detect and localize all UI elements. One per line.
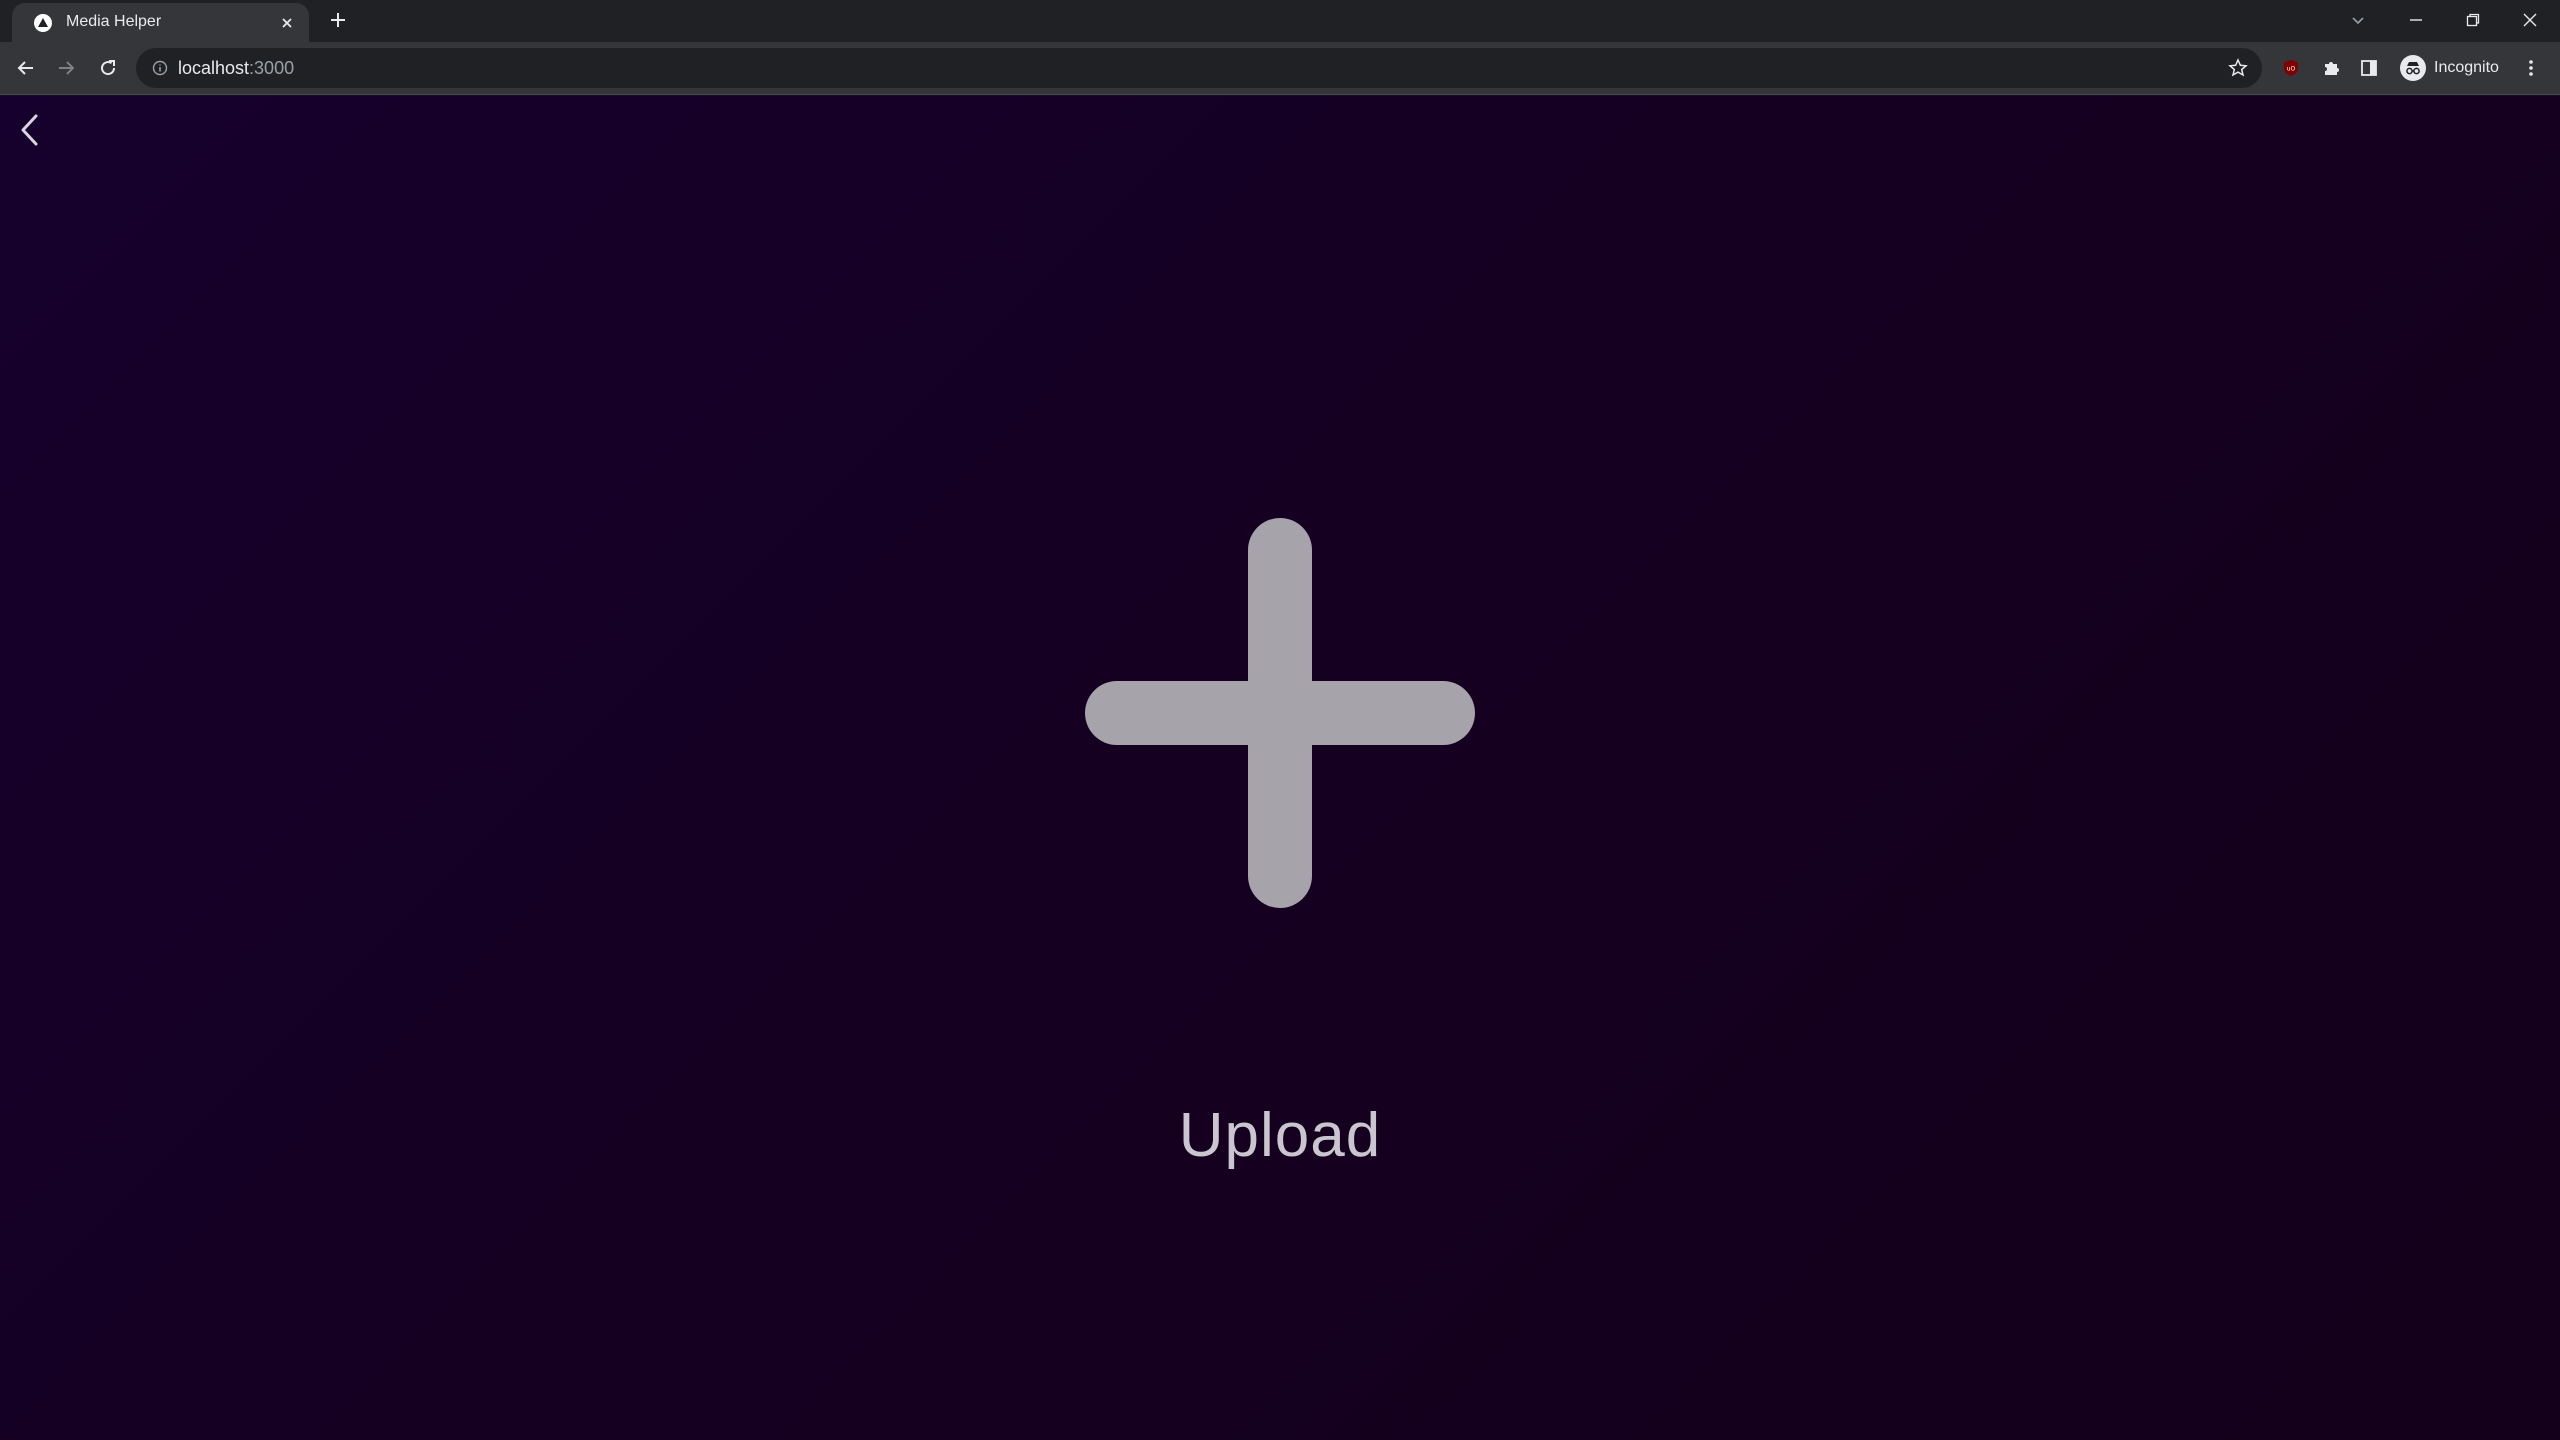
bookmark-star-icon[interactable] [2226, 56, 2250, 80]
upload-button[interactable]: Upload [1050, 496, 1510, 1196]
reload-icon[interactable] [90, 50, 126, 86]
address-bar[interactable]: localhost:3000 [136, 48, 2262, 88]
back-button[interactable] [12, 108, 48, 152]
browser-menu-icon[interactable] [2518, 55, 2544, 81]
chevron-left-icon [21, 114, 38, 146]
browser-tab-strip: Media Helper [0, 0, 2560, 42]
url-host: localhost [178, 58, 250, 78]
site-info-icon[interactable] [150, 58, 170, 78]
incognito-profile-button[interactable]: Incognito [2394, 49, 2511, 87]
minimize-icon[interactable] [2388, 0, 2444, 40]
extensions-puzzle-icon[interactable] [2318, 55, 2344, 81]
tab-title: Media Helper [66, 13, 162, 30]
new-tab-button[interactable] [324, 6, 352, 34]
side-panel-icon[interactable] [2356, 55, 2382, 81]
svg-text:uO: uO [2287, 66, 2296, 73]
page-viewport: Upload [0, 96, 2560, 1440]
restore-icon[interactable] [2445, 0, 2501, 40]
tab-favicon-icon [34, 14, 52, 32]
tab-search-icon[interactable] [2330, 0, 2386, 40]
ublock-extension-icon[interactable]: uO [2278, 55, 2304, 81]
back-arrow-icon[interactable] [8, 50, 44, 86]
browser-toolbar: localhost:3000 uO Incognito [0, 42, 2560, 95]
incognito-icon [2400, 55, 2426, 81]
browser-tab[interactable]: Media Helper [12, 3, 309, 42]
upload-label: Upload [1178, 1101, 1382, 1170]
profile-label: Incognito [2434, 59, 2499, 76]
close-window-icon[interactable] [2502, 0, 2558, 40]
plus-icon-horizontal-bar [1085, 681, 1475, 745]
tab-close-icon[interactable] [275, 11, 299, 35]
forward-arrow-icon[interactable] [48, 50, 84, 86]
address-url: localhost:3000 [178, 58, 294, 79]
url-port: :3000 [249, 58, 295, 78]
